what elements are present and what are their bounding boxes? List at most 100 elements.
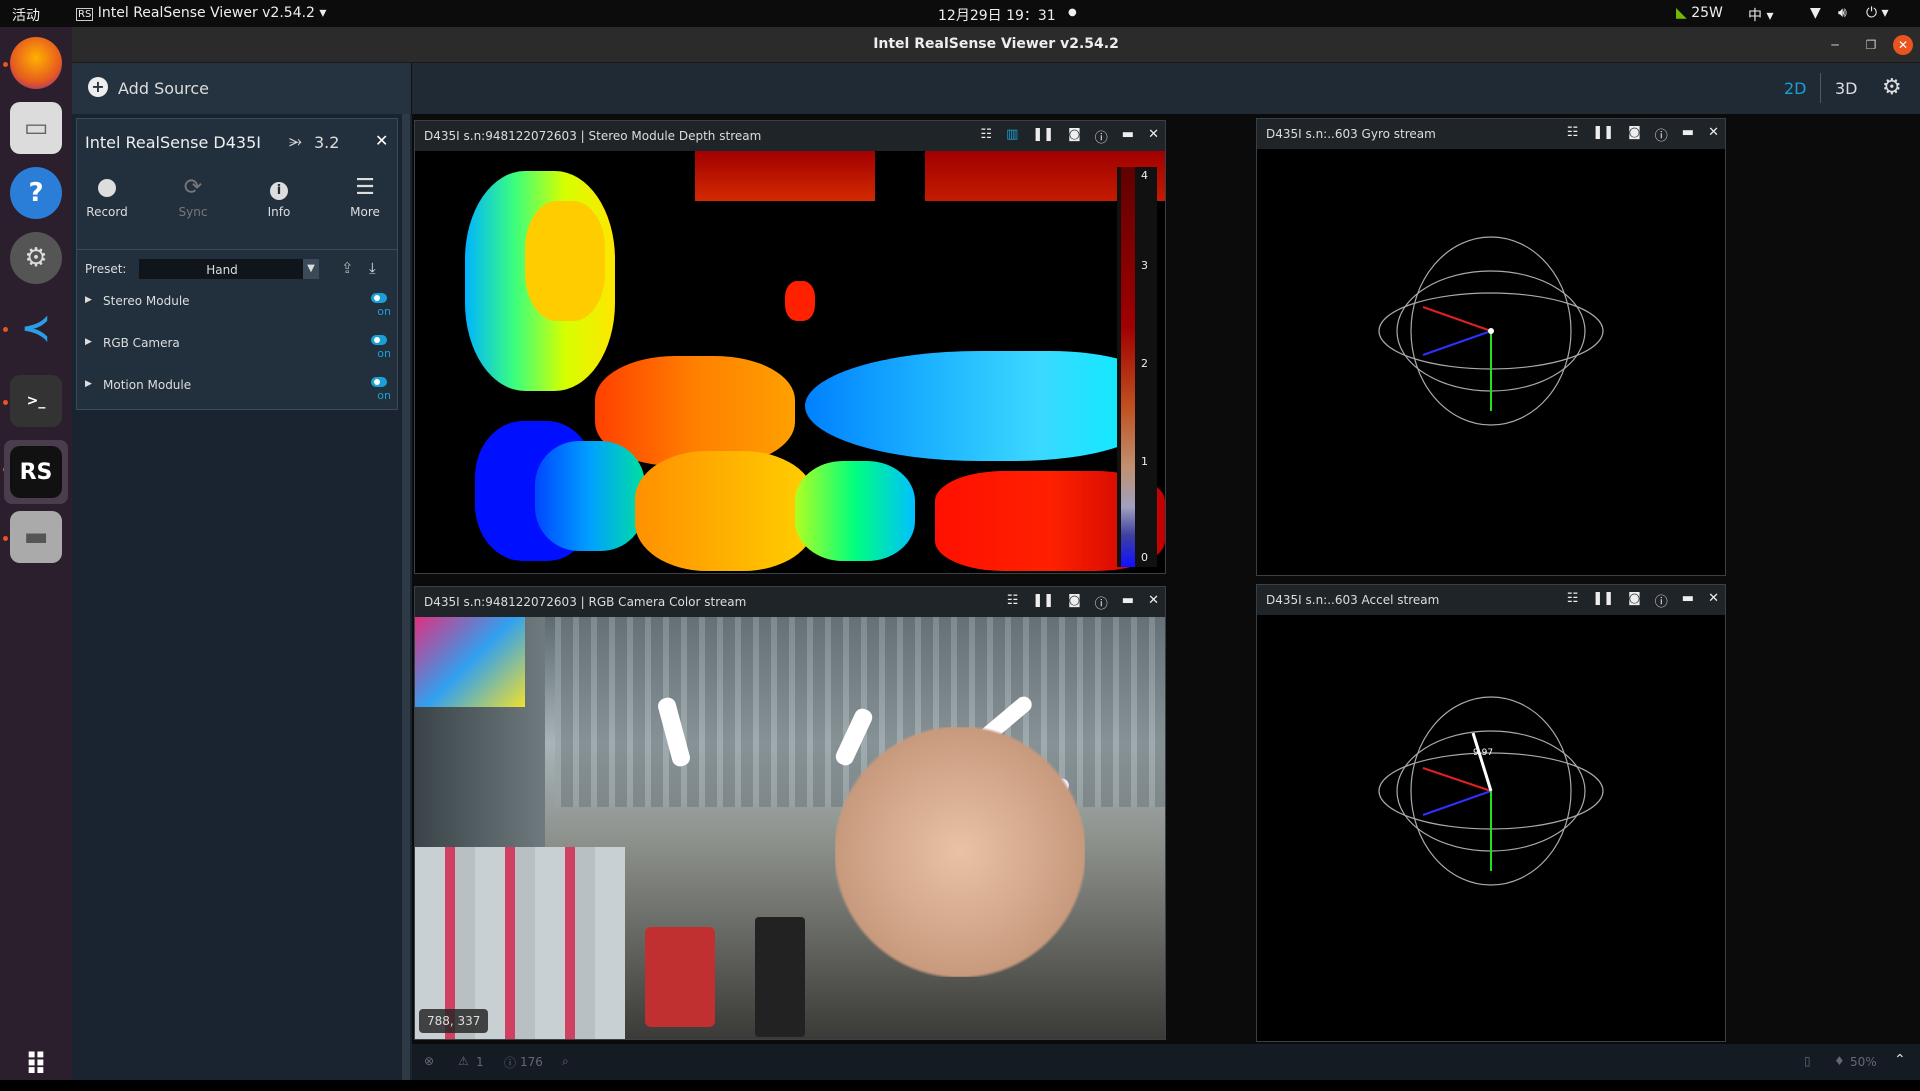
- close-stream-icon[interactable]: ✕: [1708, 591, 1719, 610]
- device-panel: Intel RealSense D435I ⭃ 3.2 ✕ Record ⟳ S…: [72, 114, 412, 1080]
- system-top-bar: 活动 RS Intel RealSense Viewer v2.54.2 ▾ 1…: [0, 0, 1920, 27]
- app-grid-icon[interactable]: ⠿: [10, 1039, 62, 1091]
- depth-scale-label: 1: [1141, 455, 1148, 468]
- color-image[interactable]: 788, 337: [415, 617, 1165, 1039]
- wifi-icon[interactable]: ▼: [1810, 5, 1821, 21]
- gyro-sphere[interactable]: [1257, 149, 1725, 575]
- settings-gear-icon[interactable]: ⚙: [1882, 75, 1902, 100]
- maximize-stream-icon[interactable]: ▬: [1682, 591, 1694, 610]
- module-toggle[interactable]: [371, 293, 387, 303]
- device-card: Intel RealSense D435I ⭃ 3.2 ✕ Record ⟳ S…: [76, 118, 398, 410]
- module-toggle[interactable]: [371, 377, 387, 387]
- module-row-motion[interactable]: ▶ Motion Module on: [77, 377, 397, 417]
- clear-log-icon[interactable]: ⊗: [424, 1054, 434, 1068]
- pause-icon[interactable]: ❚❚: [1032, 593, 1054, 612]
- preset-value: Hand: [206, 263, 238, 277]
- power-menu-icon[interactable]: ⏻ ▾: [1866, 5, 1889, 21]
- search-log-icon[interactable]: ⌕: [562, 1054, 569, 1069]
- snapshot-camera-icon[interactable]: ◙: [1628, 591, 1641, 610]
- maximize-button[interactable]: ❐: [1861, 35, 1881, 55]
- close-window-button[interactable]: ✕: [1893, 35, 1913, 55]
- info-log-icon[interactable]: ⓘ: [504, 1054, 516, 1071]
- sync-button[interactable]: ⟳ Sync: [163, 175, 223, 219]
- add-source-button[interactable]: + Add Source: [72, 63, 412, 114]
- chevron-down-icon: ▾: [319, 5, 327, 21]
- options-list-icon[interactable]: ☷: [1567, 125, 1579, 144]
- volume-icon[interactable]: 🔊︎: [1838, 5, 1847, 21]
- warning-icon[interactable]: ⚠: [458, 1054, 469, 1068]
- minimize-button[interactable]: ─: [1825, 35, 1845, 55]
- info-icon[interactable]: ⓘ: [1655, 125, 1668, 144]
- device-name: Intel RealSense D435I: [85, 133, 261, 152]
- stream-header: D435I s.n:948122072603 | RGB Camera Colo…: [415, 587, 1165, 617]
- clock[interactable]: 12月29日 19：31: [938, 5, 1056, 25]
- preset-label: Preset:: [85, 262, 127, 276]
- dock-running-dot: [3, 62, 8, 67]
- accel-sphere[interactable]: 9.97: [1257, 615, 1725, 1041]
- module-row-rgb[interactable]: ▶ RGB Camera on: [77, 335, 397, 375]
- stream-header: D435I s.n:948122072603 | Stereo Module D…: [415, 121, 1165, 151]
- activities-button[interactable]: 活动: [12, 5, 40, 25]
- realsense-viewer-icon[interactable]: RS: [10, 446, 62, 498]
- maximize-stream-icon[interactable]: ▬: [1122, 127, 1134, 146]
- record-button[interactable]: Record: [77, 175, 137, 219]
- drive-icon[interactable]: ▬: [10, 511, 62, 563]
- memory-icon: ▯: [1804, 1054, 1811, 1068]
- vscode-icon[interactable]: ≺: [10, 302, 62, 354]
- main-toolbar: + Add Source 2D 3D ⚙: [72, 63, 1920, 114]
- view-3d-button[interactable]: 3D: [1835, 79, 1858, 98]
- coords-badge: 788, 337: [419, 1009, 489, 1033]
- close-stream-icon[interactable]: ✕: [1708, 125, 1719, 144]
- module-toggle[interactable]: [371, 335, 387, 345]
- color-stream-panel: D435I s.n:948122072603 | RGB Camera Colo…: [414, 586, 1166, 1040]
- depth-scale-label: 0: [1141, 551, 1148, 564]
- maximize-stream-icon[interactable]: ▬: [1682, 125, 1694, 144]
- expand-arrow-icon: ▶: [85, 295, 92, 305]
- files-icon[interactable]: ▭: [10, 102, 62, 154]
- download-preset-icon[interactable]: ⤓: [369, 259, 376, 277]
- depth-image[interactable]: 4 3 2 1 0: [415, 151, 1165, 573]
- panel-scrollbar[interactable]: [402, 114, 410, 1080]
- pause-icon[interactable]: ❚❚: [1032, 127, 1054, 146]
- collapse-log-icon[interactable]: ⌃: [1894, 1052, 1906, 1068]
- app-menu[interactable]: RS Intel RealSense Viewer v2.54.2 ▾: [76, 5, 326, 21]
- info-count: 176: [520, 1055, 543, 1069]
- status-bar: ⊗ ⚠ 1 ⓘ 176 ⌕ ▯ ♦ 50% ⌃: [412, 1044, 1920, 1080]
- snapshot-camera-icon[interactable]: ◙: [1068, 127, 1081, 146]
- remove-device-button[interactable]: ✕: [375, 131, 388, 150]
- info-icon[interactable]: ⓘ: [1095, 127, 1108, 146]
- terminal-icon[interactable]: >_: [10, 375, 62, 427]
- upload-preset-icon[interactable]: ⇪: [341, 259, 354, 277]
- accel-axis-red: [1422, 767, 1492, 792]
- info-icon[interactable]: ⓘ: [1655, 591, 1668, 610]
- nvidia-power-indicator[interactable]: ◣ 25W: [1676, 5, 1723, 21]
- info-button[interactable]: i Info: [249, 175, 309, 219]
- pause-icon[interactable]: ❚❚: [1592, 125, 1614, 144]
- module-row-stereo[interactable]: ▶ Stereo Module on: [77, 293, 397, 333]
- pause-icon[interactable]: ❚❚: [1592, 591, 1614, 610]
- depth-colorbar-gradient: [1121, 167, 1135, 567]
- preset-select[interactable]: Hand ▼: [139, 259, 319, 279]
- options-list-icon[interactable]: ☷: [980, 127, 992, 146]
- options-list-icon[interactable]: ☷: [1567, 591, 1579, 610]
- dock-running-dot: [3, 536, 8, 541]
- close-stream-icon[interactable]: ✕: [1148, 593, 1159, 612]
- settings-app-icon[interactable]: ⚙: [10, 232, 62, 284]
- depth-hand-region: [805, 351, 1155, 461]
- metrics-chart-icon[interactable]: ▥: [1006, 127, 1018, 146]
- divider: [77, 249, 397, 250]
- firefox-icon[interactable]: [10, 37, 62, 89]
- maximize-stream-icon[interactable]: ▬: [1122, 593, 1134, 612]
- more-button[interactable]: ☰ More: [335, 175, 395, 219]
- options-list-icon[interactable]: ☷: [1007, 593, 1019, 612]
- depth-region: [635, 451, 815, 571]
- info-icon[interactable]: ⓘ: [1095, 593, 1108, 612]
- help-icon[interactable]: ?: [10, 167, 62, 219]
- input-method-label: 中: [1748, 8, 1762, 24]
- view-2d-button[interactable]: 2D: [1784, 79, 1807, 98]
- gyro-center: [1488, 328, 1494, 334]
- input-method-indicator[interactable]: 中 ▾: [1748, 5, 1773, 25]
- snapshot-camera-icon[interactable]: ◙: [1068, 593, 1081, 612]
- close-stream-icon[interactable]: ✕: [1148, 127, 1159, 146]
- snapshot-camera-icon[interactable]: ◙: [1628, 125, 1641, 144]
